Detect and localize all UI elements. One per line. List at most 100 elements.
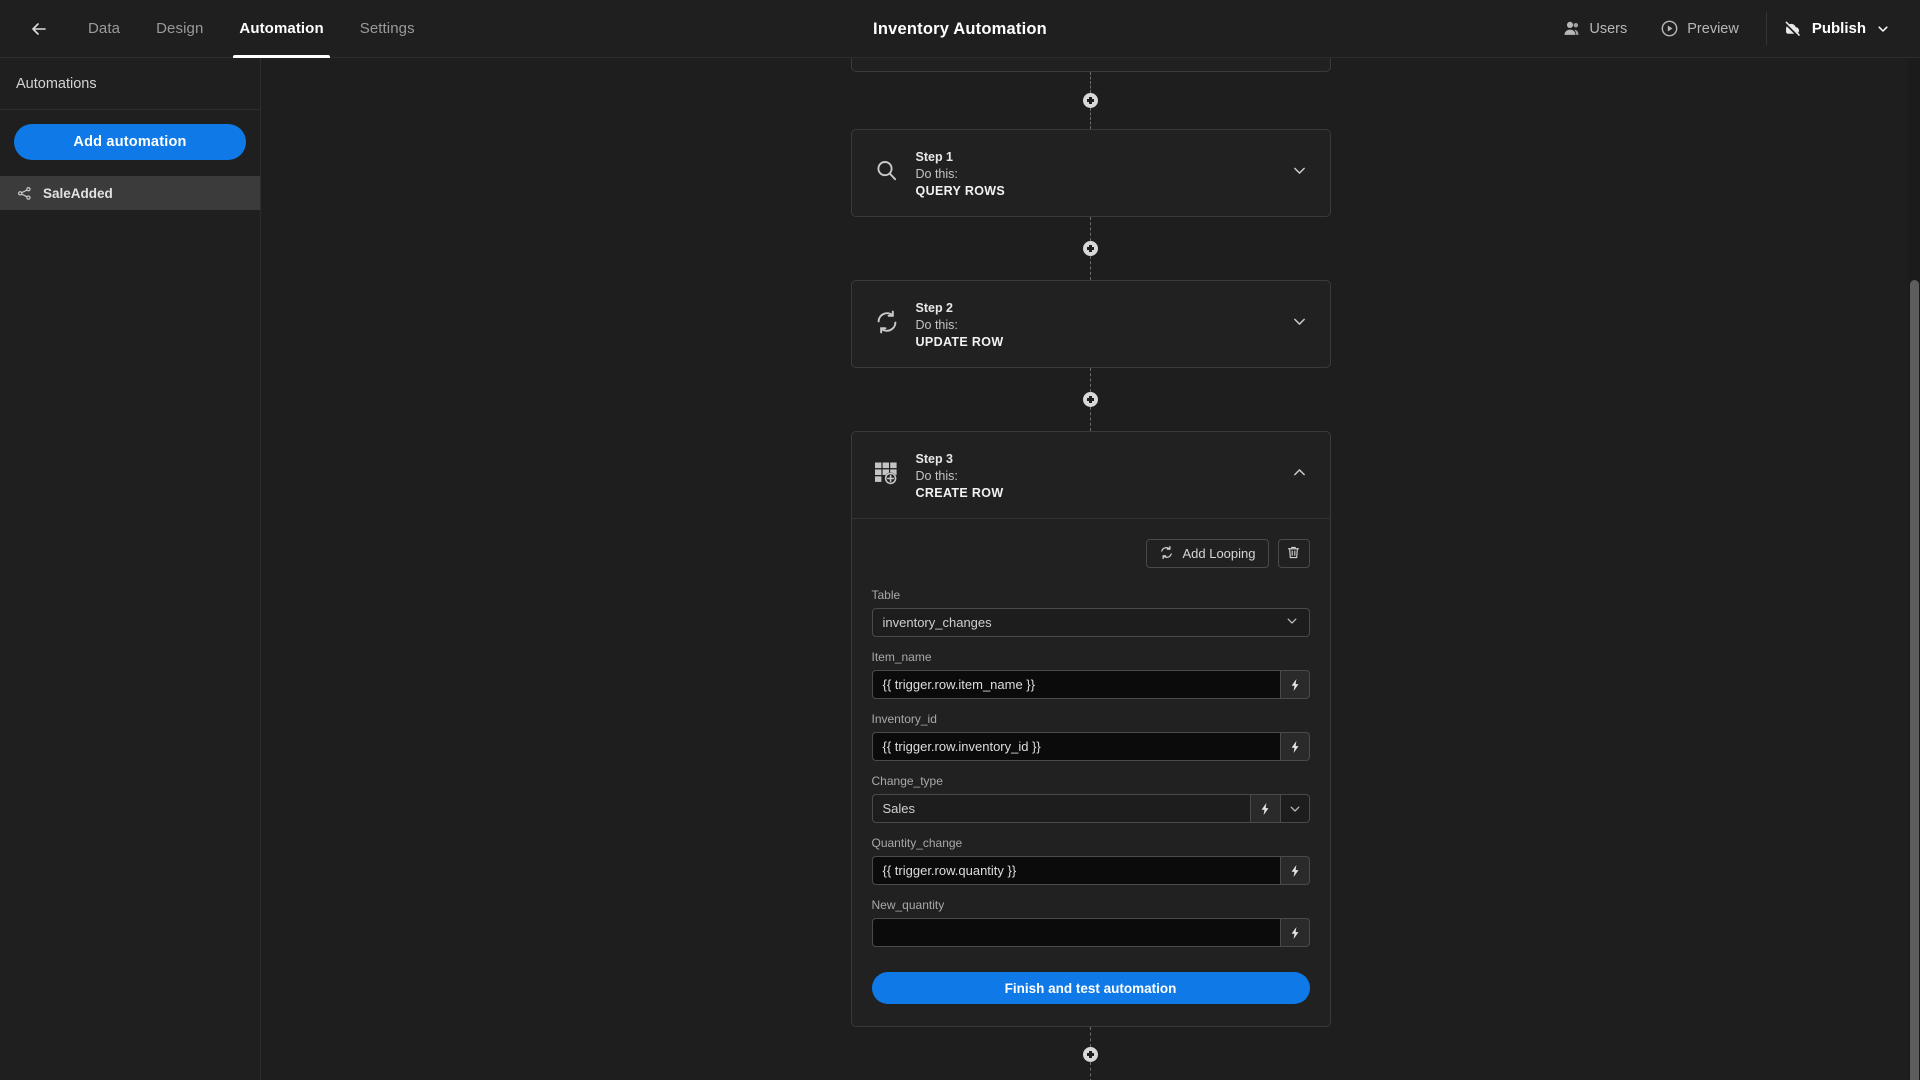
tab-automation-label: Automation [239,20,324,37]
step-card-3-meta: Step 3 Do this: CREATE ROW [916,450,1004,500]
table-add-glyph [875,462,897,485]
share-nodes-icon [16,186,32,201]
inventory-id-binding-button[interactable] [1279,732,1310,761]
connector-line [1090,1062,1091,1080]
change-type-input[interactable]: Sales [871,794,1250,823]
automation-flow: Step 1 Do this: QUERY ROWS Step 2 Do thi… [261,58,1920,1080]
step-card-2[interactable]: Step 2 Do this: UPDATE ROW [850,280,1331,368]
canvas-scrollbar[interactable] [1908,58,1920,1080]
table-select-value: inventory_changes [882,615,992,630]
field-change-type: Change_type Sales [871,774,1310,823]
automation-canvas[interactable]: Step 1 Do this: QUERY ROWS Step 2 Do thi… [261,58,1920,1080]
finish-and-test-automation-button[interactable]: Finish and test automation [871,972,1310,1004]
step-card-1[interactable]: Step 1 Do this: QUERY ROWS [850,129,1331,217]
arrow-left-icon [32,22,46,35]
tab-design[interactable]: Design [138,0,221,58]
field-table-control: inventory_changes [871,608,1310,637]
tab-design-label: Design [156,20,204,37]
step-card-3[interactable]: Step 3 Do this: CREATE ROW Add Looping T… [850,431,1331,1027]
trash-icon [1286,545,1301,563]
delete-step-button[interactable] [1277,539,1310,568]
sidebar-heading: Automations [0,58,260,110]
main-nav-tabs: Data Design Automation Settings [70,0,433,58]
step-card-2-chevron-down-icon[interactable] [1291,299,1312,330]
step-card-1-chevron-down-icon[interactable] [1291,148,1312,179]
add-step-button-0[interactable] [1083,93,1098,108]
step-card-3-header[interactable]: Step 3 Do this: CREATE ROW [852,432,1330,518]
field-table: Table inventory_changes [871,588,1310,637]
connector-step3-to-next [261,1027,1920,1080]
back-button[interactable] [22,12,56,46]
new-quantity-input[interactable] [871,918,1280,947]
chevron-down-icon [1290,806,1299,812]
sidebar-item-saleadded[interactable]: SaleAdded [0,176,260,210]
step-card-wrap-2: Step 2 Do this: UPDATE ROW [261,280,1920,368]
tab-automation[interactable]: Automation [221,0,341,58]
tab-data-label: Data [88,20,121,37]
connector-line [1090,407,1091,431]
previous-step-card-clipped[interactable] [850,58,1331,72]
lightning-bolt-icon [1291,864,1298,877]
field-new-quantity-label: New_quantity [871,898,945,912]
preview-button[interactable]: Preview [1644,0,1756,57]
add-step-button-1[interactable] [1083,241,1098,256]
connector-line [1090,256,1091,280]
tab-settings[interactable]: Settings [342,0,433,58]
field-inventory-id-control: {{ trigger.row.inventory_id }} [871,732,1310,761]
step-card-wrap-1: Step 1 Do this: QUERY ROWS [261,129,1920,217]
canvas-scrollbar-thumb[interactable] [1910,280,1919,1080]
step-card-wrap-3: Step 3 Do this: CREATE ROW Add Looping T… [261,431,1920,1027]
add-step-button-2[interactable] [1083,392,1098,407]
publish-group: Publish [1773,0,1920,57]
tab-data[interactable]: Data [70,0,138,58]
field-quantity-change-label: Quantity_change [871,836,963,850]
connector-trigger-to-step1 [261,72,1920,129]
field-inventory-id: Inventory_id {{ trigger.row.inventory_id… [871,712,1310,761]
lightning-bolt-icon [1291,926,1298,939]
step-card-3-chevron-up-icon[interactable] [1291,450,1312,481]
publish-chevron-down-icon[interactable] [1876,22,1890,36]
automations-sidebar: Automations Add automation SaleAdded [0,58,261,1080]
app-header: Data Design Automation Settings Inventor… [0,0,1920,58]
change-type-binding-button[interactable] [1249,794,1280,823]
step-card-2-do-this: Do this: [915,318,958,332]
step-card-2-header[interactable]: Step 2 Do this: UPDATE ROW [852,281,1330,367]
tab-settings-label: Settings [359,20,415,37]
step-card-1-step-label: Step 1 [915,150,954,164]
users-label: Users [1589,20,1628,37]
field-table-label: Table [871,588,901,602]
inventory-id-input[interactable]: {{ trigger.row.inventory_id }} [871,732,1280,761]
change-type-dropdown-button[interactable] [1279,794,1310,823]
field-item-name: Item_name {{ trigger.row.item_name }} [871,650,1310,699]
step-card-2-meta: Step 2 Do this: UPDATE ROW [916,299,1004,349]
refresh-cycle-icon [872,309,902,335]
step3-toolbar: Add Looping [872,539,1310,568]
user-icon [1564,21,1579,35]
step-card-1-header[interactable]: Step 1 Do this: QUERY ROWS [852,130,1330,216]
lightning-bolt-icon [1261,802,1269,815]
connector-line [1090,108,1091,129]
connector-line [1090,72,1091,93]
publish-label: Publish [1811,20,1866,37]
field-item-name-label: Item_name [871,650,932,664]
publish-button[interactable]: Publish [1773,19,1898,38]
field-inventory-id-label: Inventory_id [871,712,937,726]
item-name-input[interactable]: {{ trigger.row.item_name }} [871,670,1280,699]
connector-step1-to-step2 [261,217,1920,280]
item-name-binding-button[interactable] [1279,670,1310,699]
add-automation-button[interactable]: Add automation [14,124,246,160]
step-card-1-do-this: Do this: [915,167,958,181]
app-body: Automations Add automation SaleAdded Ste… [0,58,1920,1080]
step-card-3-do-this: Do this: [915,469,958,483]
magnifier-icon [872,158,902,184]
quantity-change-input[interactable]: {{ trigger.row.quantity }} [871,856,1280,885]
new-quantity-binding-button[interactable] [1279,918,1310,947]
quantity-change-binding-button[interactable] [1279,856,1310,885]
step-card-2-step-label: Step 2 [915,301,954,315]
add-looping-button[interactable]: Add Looping [1146,539,1269,568]
users-button[interactable]: Users [1546,0,1644,57]
publish-slash-icon [1784,21,1800,37]
connector-line [1090,368,1091,392]
add-step-button-3[interactable] [1083,1047,1098,1062]
table-select[interactable]: inventory_changes [871,608,1310,637]
